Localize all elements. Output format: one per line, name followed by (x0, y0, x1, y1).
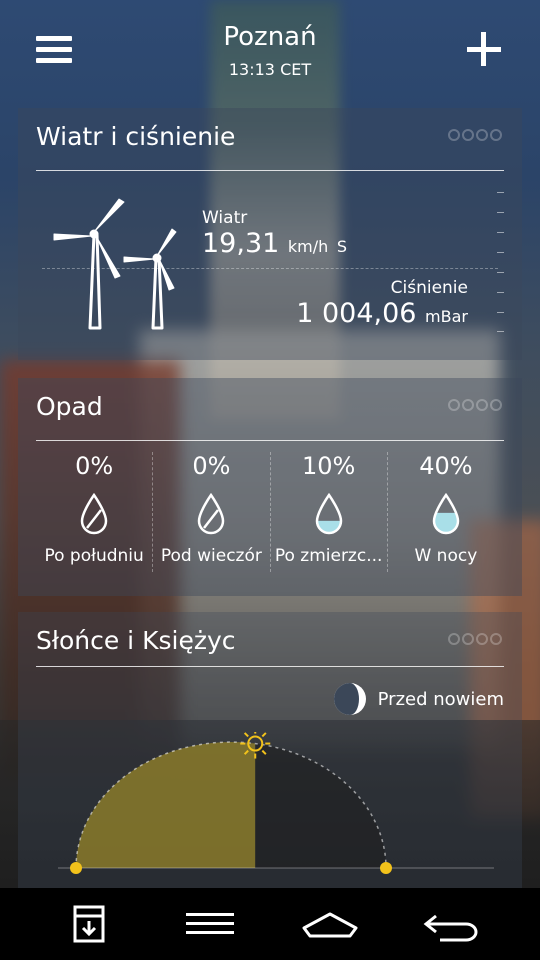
precip-period-label: Pod wieczór (160, 546, 262, 566)
water-drop-icon (80, 492, 108, 535)
wind-pressure-card[interactable]: Wiatr i ciśnienie Wiatr 19,31 km/h S Ciś… (18, 108, 522, 360)
precip-period-label: Po zmierzc... (274, 546, 383, 566)
card-divider (36, 666, 504, 667)
sunrise-marker (70, 862, 82, 874)
moon-phase: Przed nowiem (332, 680, 504, 718)
precip-period[interactable]: 10% Po zmierzc... (269, 452, 387, 572)
daylight-remaining-area (255, 743, 386, 868)
precip-period-label: Po południu (44, 546, 144, 566)
precip-periods: 0% Po południu 0% Pod wieczór 10% Po zmi… (36, 452, 504, 572)
card-menu-dots-icon[interactable] (446, 628, 506, 650)
card-menu-dots-icon[interactable] (446, 394, 506, 416)
wind-unit: km/h (287, 237, 329, 256)
download-icon[interactable] (72, 904, 106, 944)
pressure-label: Ciśnienie (390, 278, 468, 298)
card-title-precip: Opad (36, 392, 103, 421)
add-location-button[interactable] (464, 30, 504, 70)
home-icon[interactable] (300, 904, 360, 944)
back-icon[interactable] (422, 904, 480, 944)
wind-divider (42, 268, 498, 269)
wind-speed: 19,31 (202, 228, 280, 259)
city-name[interactable]: Poznań (0, 22, 540, 52)
pressure-scale (496, 192, 504, 332)
precip-percent: 0% (75, 452, 114, 480)
card-title-wind: Wiatr i ciśnienie (36, 122, 236, 151)
moon-phase-label: Przed nowiem (377, 688, 504, 710)
app-header: Poznań 13:13 CET (0, 0, 540, 100)
water-drop-icon (198, 492, 225, 535)
pressure-value: 1 004,06 (296, 298, 417, 329)
card-title-sun: Słońce i Księżyc (36, 626, 236, 655)
wind-speed-value: 19,31 km/h S (202, 228, 347, 259)
precip-percent: 40% (419, 452, 473, 480)
local-time: 13:13 CET (228, 60, 312, 79)
wind-label: Wiatr (202, 208, 248, 228)
precip-period[interactable]: 40% W nocy (386, 452, 504, 572)
precip-period-label: W nocy (414, 546, 478, 566)
water-drop-icon (315, 492, 342, 535)
system-navbar (0, 888, 540, 960)
sun-path-chart (58, 732, 494, 874)
sun-moon-card[interactable]: Słońce i Księżyc Przed nowiem (18, 612, 522, 888)
sunset-marker (380, 862, 392, 874)
precip-period[interactable]: 0% Pod wieczór (152, 452, 269, 572)
precipitation-card[interactable]: Opad 0% Po południu 0% Pod wieczór 10% P… (18, 378, 522, 596)
card-menu-dots-icon[interactable] (446, 124, 506, 146)
menu-icon[interactable] (184, 904, 236, 944)
wind-turbine-icon (53, 198, 177, 330)
precip-period[interactable]: 0% Po południu (36, 452, 152, 572)
pressure-value-row: 1 004,06 mBar (296, 298, 468, 329)
water-drop-icon (432, 492, 460, 535)
card-divider (36, 170, 504, 171)
daylight-elapsed-area (76, 742, 256, 868)
precip-percent: 10% (301, 452, 356, 480)
card-divider (36, 440, 504, 441)
wind-direction: S (336, 237, 348, 256)
precip-percent: 0% (192, 452, 231, 480)
moon-phase-icon (333, 683, 366, 715)
pressure-unit: mBar (425, 307, 468, 326)
